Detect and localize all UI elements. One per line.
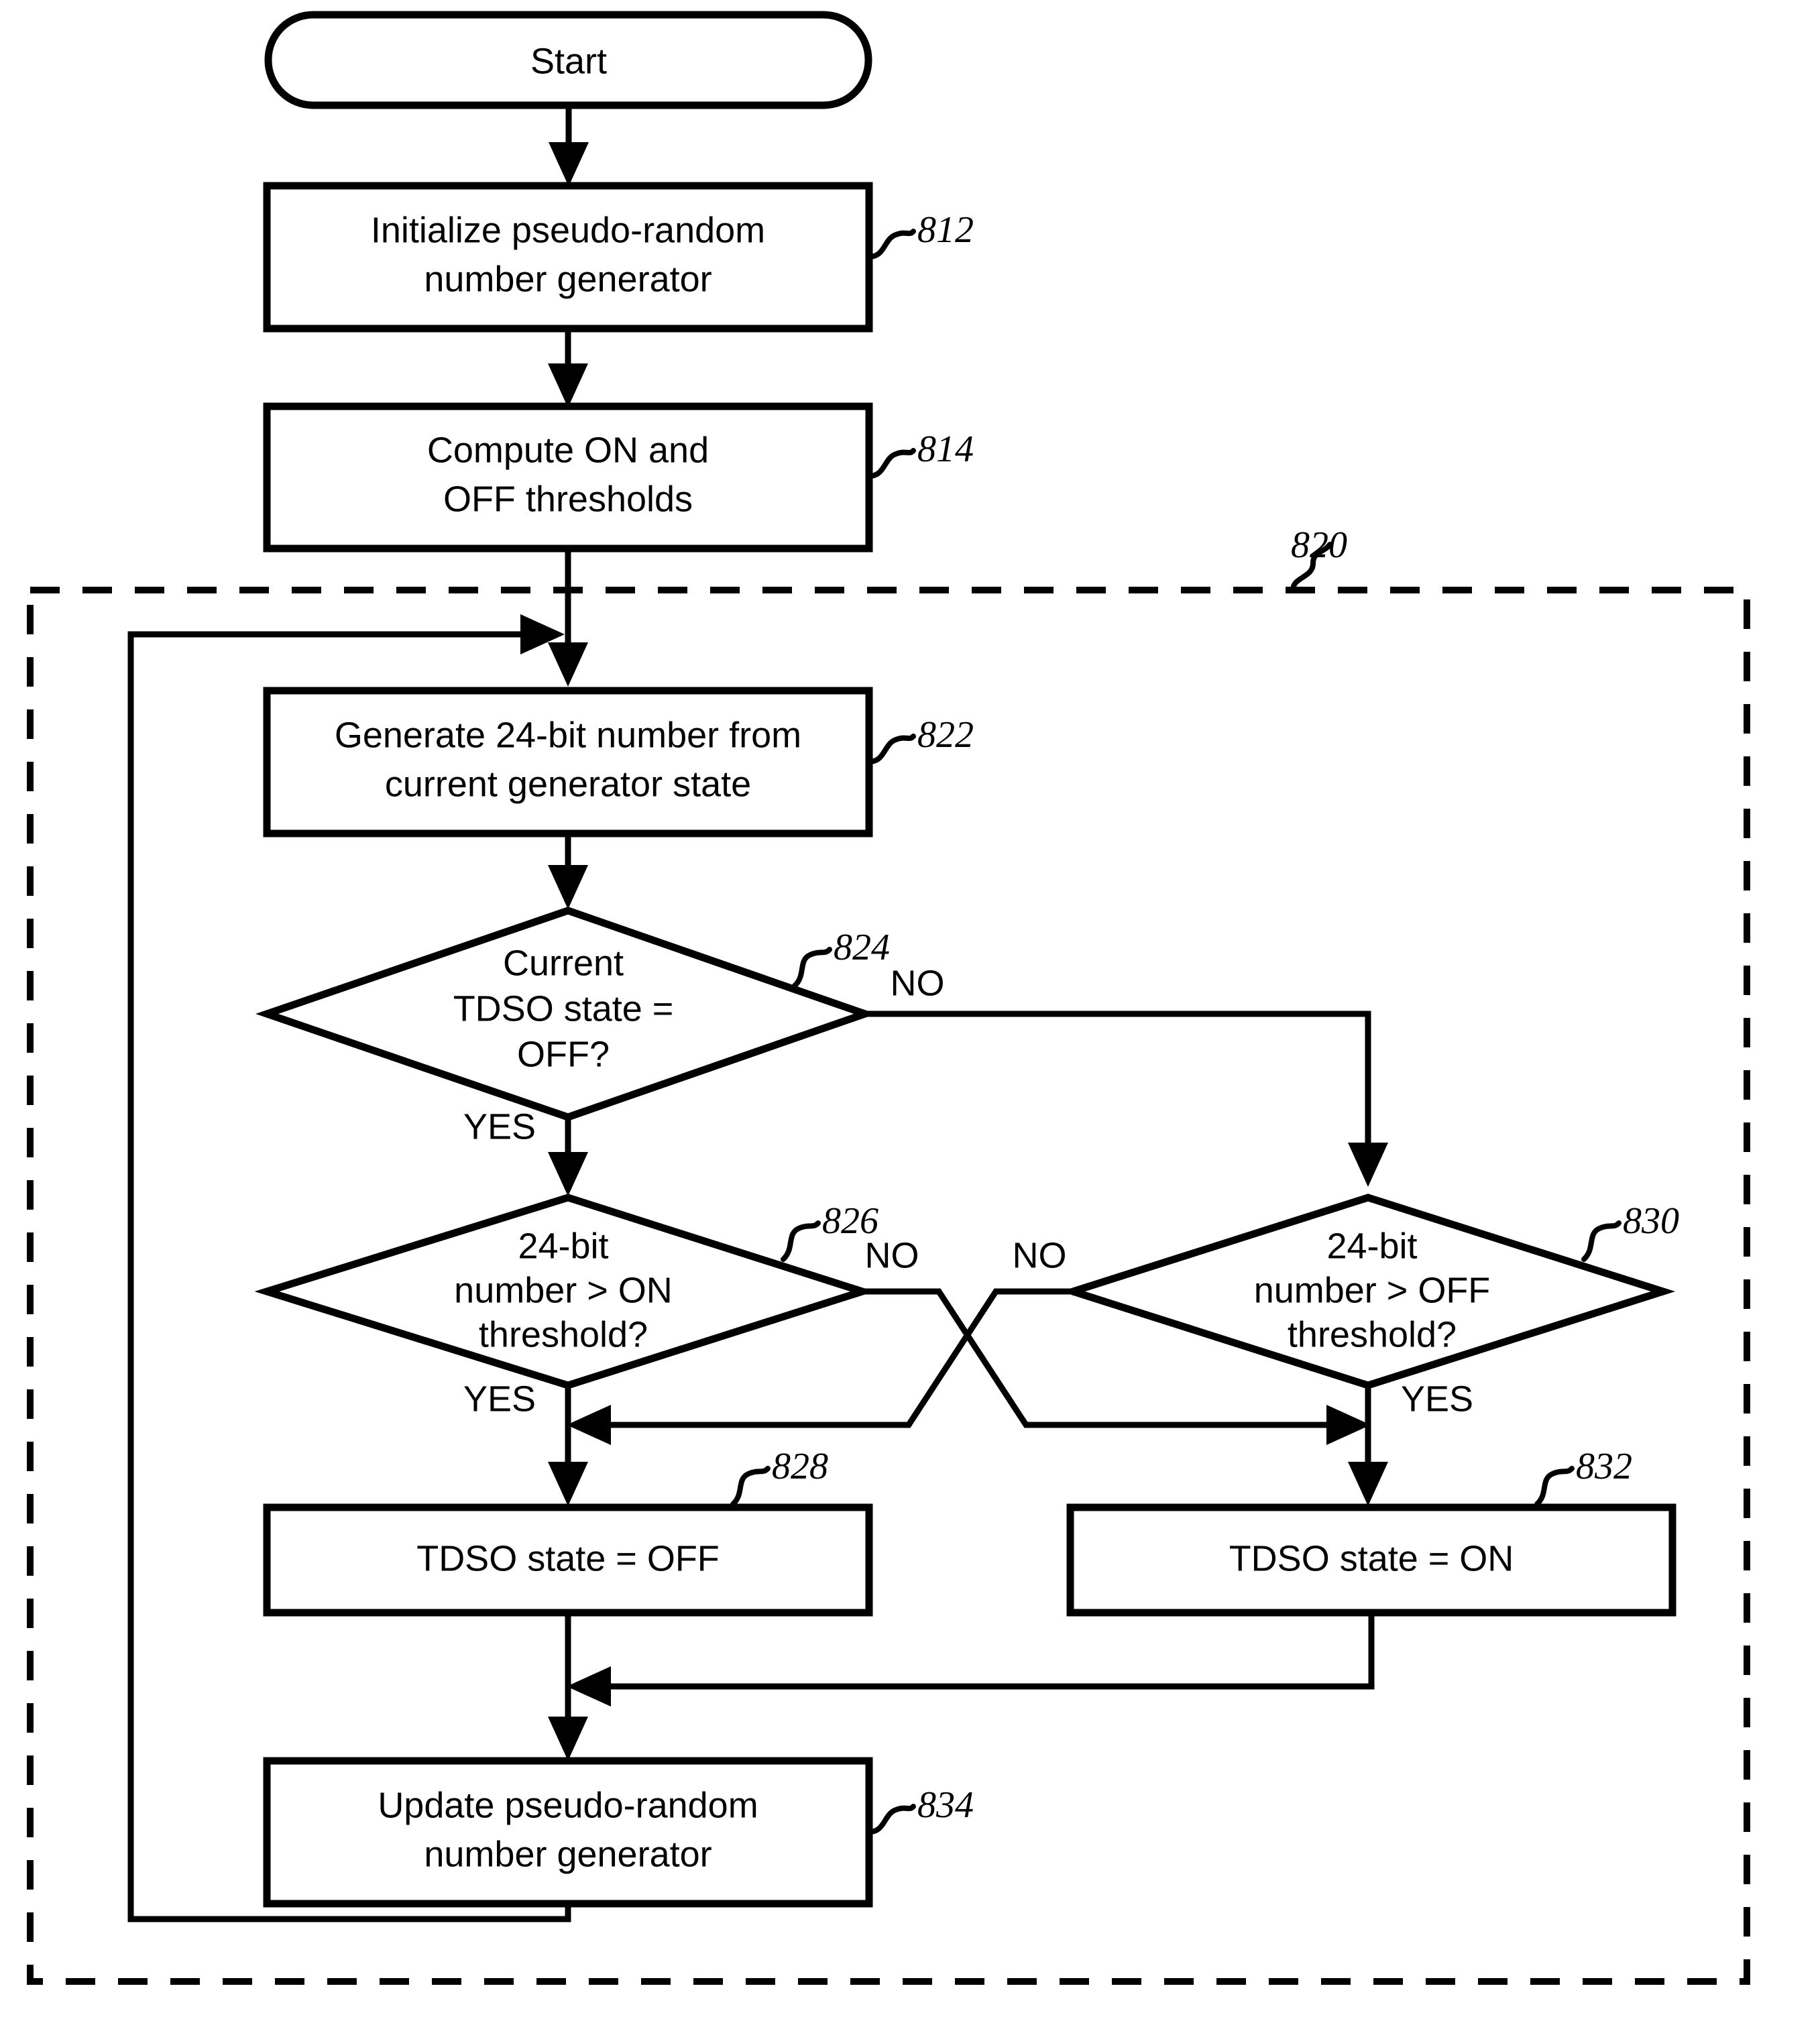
set-state-off-label: TDSO state = OFF bbox=[416, 1538, 720, 1578]
flowchart-svg: 820 Start Initialize pseudo-random numbe… bbox=[27, 11, 1750, 1985]
init-generator-label-line1: Initialize pseudo-random bbox=[371, 210, 765, 250]
ref-leader-834 bbox=[866, 1804, 916, 1835]
branch-label-state-no: NO bbox=[891, 963, 945, 1003]
generate-number-box bbox=[263, 687, 873, 838]
ref-number-820: 820 bbox=[1291, 524, 1347, 566]
ref-leader-828 bbox=[730, 1466, 771, 1507]
branch-label-off-yes: YES bbox=[1401, 1379, 1473, 1419]
generate-number-label-line2: current generator state bbox=[385, 764, 751, 804]
update-generator-label-line1: Update pseudo-random bbox=[378, 1785, 758, 1825]
ref-number-830: 830 bbox=[1623, 1200, 1679, 1242]
edge-set-on-to-update bbox=[597, 1613, 1375, 1690]
arrowhead-check-off-no bbox=[567, 1405, 611, 1445]
branch-label-on-no: NO bbox=[865, 1235, 919, 1275]
check-off-threshold-label-line1: 24-bit bbox=[1326, 1226, 1417, 1266]
arrowhead-check-state-no bbox=[1348, 1143, 1388, 1187]
check-tdso-state-label-line2: TDSO state = bbox=[453, 988, 674, 1029]
arrowhead-generate-to-check-state bbox=[548, 865, 588, 909]
arrowhead-check-on-no bbox=[1326, 1405, 1371, 1445]
ref-leader-812 bbox=[866, 229, 916, 259]
ref-number-824: 824 bbox=[834, 927, 890, 968]
compute-thresholds-box bbox=[263, 402, 873, 553]
arrowhead-check-off-yes bbox=[1348, 1462, 1388, 1506]
arrowhead-check-state-yes bbox=[548, 1152, 588, 1196]
branch-label-off-no: NO bbox=[1013, 1235, 1067, 1275]
ref-number-828: 828 bbox=[772, 1446, 828, 1487]
start-node-label: Start bbox=[530, 41, 607, 81]
check-tdso-state-label-line3: OFF? bbox=[517, 1034, 610, 1074]
arrowhead-start-to-init bbox=[549, 142, 589, 186]
edge-check-state-no bbox=[865, 1011, 1371, 1157]
set-state-on-label: TDSO state = ON bbox=[1229, 1538, 1514, 1578]
arrowhead-check-on-yes bbox=[548, 1462, 588, 1506]
ref-leader-822 bbox=[866, 734, 916, 764]
check-on-threshold-label-line2: number > ON bbox=[454, 1270, 673, 1310]
ref-number-834: 834 bbox=[917, 1784, 974, 1826]
figure-root: 820 Start Initialize pseudo-random numbe… bbox=[0, 0, 1820, 2019]
arrowhead-thresholds-to-generate bbox=[548, 642, 588, 687]
check-tdso-state-label-line1: Current bbox=[503, 943, 624, 983]
update-generator-box bbox=[263, 1757, 873, 1908]
check-off-threshold-label-line3: threshold? bbox=[1288, 1314, 1457, 1354]
ref-leader-830 bbox=[1581, 1220, 1622, 1262]
arrowhead-set-on-merge bbox=[567, 1666, 611, 1707]
init-generator-label-line2: number generator bbox=[424, 259, 712, 299]
compute-thresholds-label-line1: Compute ON and bbox=[427, 430, 709, 470]
ref-number-812: 812 bbox=[917, 209, 974, 251]
check-on-threshold-label-line1: 24-bit bbox=[518, 1226, 608, 1266]
ref-number-822: 822 bbox=[917, 714, 974, 756]
branch-label-state-yes: YES bbox=[463, 1106, 536, 1147]
check-on-threshold-label-line3: threshold? bbox=[479, 1314, 648, 1354]
branch-label-on-yes: YES bbox=[463, 1379, 536, 1419]
arrowhead-set-off-to-update bbox=[548, 1717, 588, 1761]
ref-number-832: 832 bbox=[1576, 1446, 1632, 1487]
ref-leader-832 bbox=[1534, 1466, 1575, 1507]
compute-thresholds-label-line2: OFF thresholds bbox=[443, 479, 693, 519]
ref-leader-824 bbox=[792, 947, 832, 988]
generate-number-label-line1: Generate 24-bit number from bbox=[335, 715, 801, 755]
ref-leader-814 bbox=[866, 448, 916, 479]
arrowhead-init-to-thresholds bbox=[548, 363, 588, 408]
check-off-threshold-label-line2: number > OFF bbox=[1254, 1270, 1491, 1310]
update-generator-label-line2: number generator bbox=[424, 1834, 712, 1874]
ref-leader-826 bbox=[781, 1220, 821, 1262]
ref-number-814: 814 bbox=[917, 428, 974, 470]
init-generator-box bbox=[263, 182, 873, 333]
